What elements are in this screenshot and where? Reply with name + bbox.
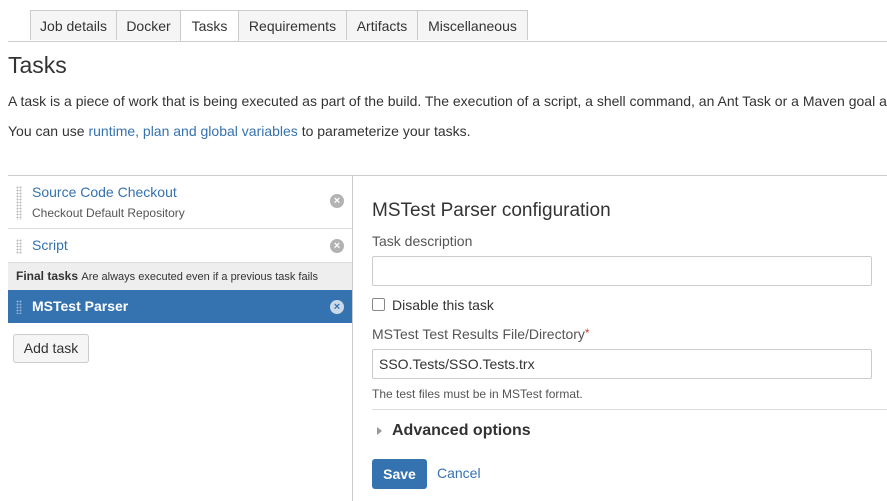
tab-miscellaneous[interactable]: Miscellaneous <box>417 10 528 40</box>
drag-handle-icon[interactable] <box>16 300 22 314</box>
results-path-label-text: MSTest Test Results File/Directory <box>372 326 585 342</box>
final-tasks-header: Final tasks Are always executed even if … <box>8 263 352 290</box>
remove-icon[interactable]: × <box>330 300 344 314</box>
save-button[interactable]: Save <box>372 459 427 489</box>
variables-link[interactable]: runtime, plan and global variables <box>88 123 297 139</box>
task-description-label: Task description <box>372 233 473 249</box>
page-description: A task is a piece of work that is being … <box>8 93 887 109</box>
drag-handle-icon[interactable] <box>16 239 22 254</box>
task-subtitle: Checkout Default Repository <box>32 206 185 220</box>
task-title[interactable]: MSTest Parser <box>32 298 128 314</box>
column-divider <box>352 176 353 501</box>
tab-requirements[interactable]: Requirements <box>238 10 347 40</box>
variables-hint: You can use runtime, plan and global var… <box>8 123 471 139</box>
tab-docker[interactable]: Docker <box>116 10 181 40</box>
task-title[interactable]: Source Code Checkout <box>32 184 177 200</box>
cancel-link[interactable]: Cancel <box>437 465 481 481</box>
required-marker: * <box>584 326 590 340</box>
variables-hint-prefix: You can use <box>8 123 89 139</box>
task-item-script[interactable]: Script × <box>8 229 352 263</box>
final-tasks-subtitle: Are always executed even if a previous t… <box>81 271 318 283</box>
remove-icon[interactable]: × <box>330 194 344 208</box>
tab-bar: Job details Docker Tasks Requirements Ar… <box>8 10 887 42</box>
add-task-button[interactable]: Add task <box>13 334 89 363</box>
task-item-source-code-checkout[interactable]: Source Code Checkout Checkout Default Re… <box>8 176 352 229</box>
drag-handle-icon[interactable] <box>16 186 22 220</box>
results-path-label: MSTest Test Results File/Directory* <box>372 326 590 342</box>
results-path-input[interactable] <box>372 349 872 379</box>
task-title[interactable]: Script <box>32 237 68 253</box>
remove-icon[interactable]: × <box>330 239 344 253</box>
tab-artifacts[interactable]: Artifacts <box>346 10 418 40</box>
config-title: MSTest Parser configuration <box>372 200 611 221</box>
task-description-input[interactable] <box>372 256 872 286</box>
final-tasks-title: Final tasks <box>16 269 79 283</box>
disable-task-checkbox[interactable] <box>372 298 385 311</box>
disable-task-label[interactable]: Disable this task <box>392 297 494 313</box>
task-item-mstest-parser[interactable]: MSTest Parser × <box>8 290 352 323</box>
expand-arrow-icon[interactable] <box>377 427 382 435</box>
page-title: Tasks <box>8 52 67 78</box>
tab-job-details[interactable]: Job details <box>30 10 117 40</box>
tab-tasks[interactable]: Tasks <box>180 10 239 41</box>
advanced-options-toggle[interactable]: Advanced options <box>392 422 531 440</box>
results-path-help: The test files must be in MSTest format. <box>372 387 583 401</box>
advanced-divider <box>372 409 887 410</box>
variables-hint-suffix: to parameterize your tasks. <box>297 123 471 139</box>
